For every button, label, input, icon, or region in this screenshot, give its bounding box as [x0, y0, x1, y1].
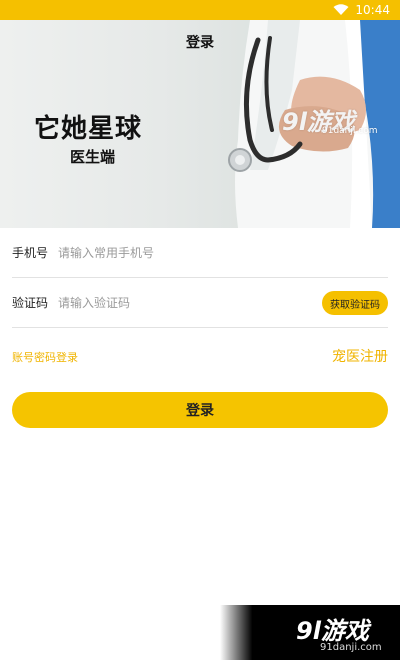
watermark-logo: 9l游戏 91danji.com [282, 102, 382, 142]
status-time: 10:44 [355, 3, 390, 17]
brand-title: 它她星球 [34, 114, 143, 144]
wifi-icon [333, 4, 349, 15]
page-title: 登录 [186, 35, 214, 51]
phone-input[interactable] [58, 245, 388, 260]
phone-label: 手机号 [12, 246, 49, 260]
login-form: 手机号 验证码 获取验证码 [12, 228, 388, 328]
footer-watermark-url: 91danji.com [320, 642, 382, 653]
login-links: 账号密码登录 宠医注册 [12, 346, 388, 368]
get-code-button[interactable]: 获取验证码 [322, 291, 388, 315]
code-row: 验证码 获取验证码 [12, 278, 388, 328]
hero-banner: 登录 它她星球 医生端 9l游戏 91danji.com [0, 20, 400, 228]
phone-row: 手机号 [12, 228, 388, 278]
footer-watermark-main: 9l游戏 [296, 617, 369, 645]
footer-watermark: 9l游戏 91danji.com [220, 605, 400, 660]
brand-subtitle: 医生端 [70, 148, 116, 166]
register-link[interactable]: 宠医注册 [332, 346, 388, 366]
login-button[interactable]: 登录 [12, 392, 388, 428]
watermark-url: 91danji.com [322, 126, 378, 136]
status-bar: 10:44 [0, 0, 400, 20]
code-label: 验证码 [12, 296, 49, 310]
account-password-login-link[interactable]: 账号密码登录 [12, 349, 78, 365]
